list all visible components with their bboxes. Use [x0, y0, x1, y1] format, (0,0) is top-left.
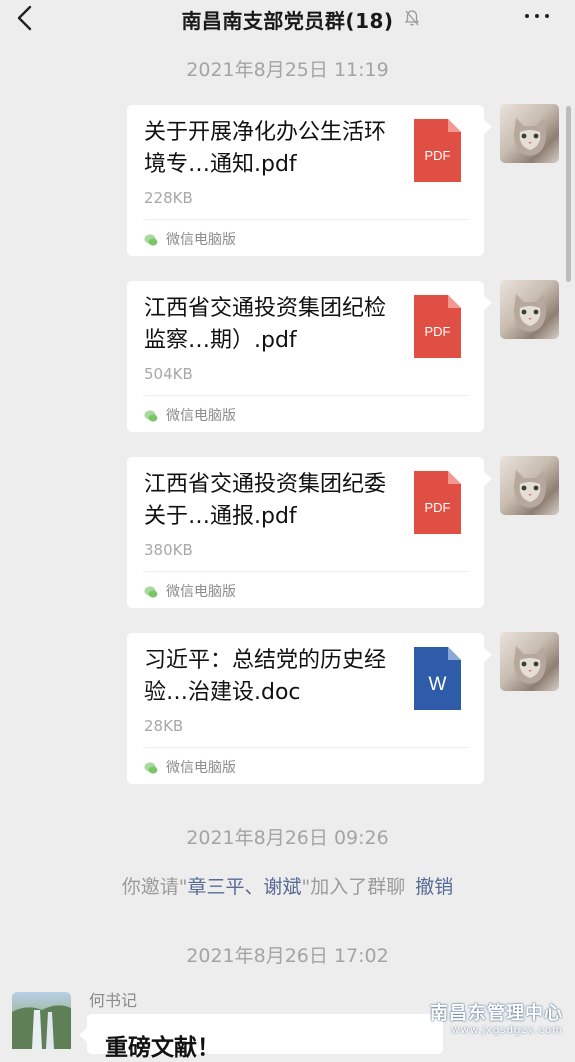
system-notice: 你邀请"章三平、谢斌"加入了群聊 撤销 — [0, 872, 575, 899]
avatar[interactable] — [500, 280, 559, 339]
file-name: 习近平：总结党的历史经验…治建设.doc — [144, 648, 387, 705]
avatar[interactable] — [500, 456, 559, 515]
file-message-card[interactable]: 江西省交通投资集团纪检监察…期）.pdf 504KB PDF 微信电脑版 — [127, 281, 492, 432]
cat-icon — [514, 470, 546, 508]
cat-icon — [514, 118, 546, 156]
svg-text:PDF: PDF — [425, 500, 451, 515]
watermark-title: 南昌东管理中心 — [430, 1003, 563, 1024]
message-source: 微信电脑版 — [166, 232, 236, 248]
message-source: 微信电脑版 — [166, 584, 236, 600]
svg-text:PDF: PDF — [425, 148, 451, 163]
file-name: 关于开展净化办公生活环境专…通知.pdf — [144, 120, 387, 177]
scrollbar[interactable] — [566, 106, 571, 282]
file-message-card[interactable]: 关于开展净化办公生活环境专…通知.pdf 228KB PDF 微信电脑版 — [127, 105, 492, 256]
svg-text:PDF: PDF — [425, 324, 451, 339]
file-name: 江西省交通投资集团纪委关于…通报.pdf — [144, 472, 387, 529]
timestamp: 2021年8月26日 17:02 — [186, 945, 389, 967]
divider — [143, 571, 468, 572]
notice-prefix: 你邀请" — [121, 876, 188, 898]
timestamp: 2021年8月26日 09:26 — [186, 827, 389, 849]
file-message-card[interactable]: 江西省交通投资集团纪委关于…通报.pdf 380KB PDF 微信电脑版 — [127, 457, 492, 608]
svg-text:W: W — [429, 674, 447, 695]
divider — [143, 395, 468, 396]
file-message-card[interactable]: 习近平：总结党的历史经验…治建设.doc 28KB W 微信电脑版 — [127, 633, 492, 784]
wechat-icon — [144, 234, 158, 246]
pdf-file-icon: PDF — [414, 295, 461, 358]
file-size: 228KB — [144, 189, 193, 207]
pdf-file-icon: PDF — [414, 471, 461, 534]
watermark-url: www.jxgsdgzx.com — [451, 1025, 563, 1036]
divider — [143, 747, 468, 748]
file-size: 380KB — [144, 541, 193, 559]
undo-link[interactable]: 撤销 — [415, 876, 453, 898]
pdf-file-icon: PDF — [414, 119, 461, 182]
divider — [143, 219, 468, 220]
more-button[interactable] — [521, 6, 553, 26]
message-source: 微信电脑版 — [166, 760, 236, 776]
wechat-icon — [144, 410, 158, 422]
cat-icon — [514, 646, 546, 684]
message-text: 重磅文献！ — [105, 1035, 220, 1061]
sender-name: 何书记 — [89, 991, 138, 1010]
file-size: 28KB — [144, 717, 184, 735]
file-size: 504KB — [144, 365, 193, 383]
chat-title: 南昌南支部党员群(18) — [181, 9, 394, 33]
word-file-icon: W — [414, 647, 461, 710]
message-bubble[interactable]: 重磅文献！ — [79, 1014, 443, 1061]
waterfall-icon — [12, 1005, 71, 1049]
wechat-icon — [144, 762, 158, 774]
avatar[interactable] — [500, 104, 559, 163]
chat-header: 南昌南支部党员群(18) — [0, 0, 575, 36]
bell-off-icon — [404, 9, 420, 27]
message-source: 微信电脑版 — [166, 408, 236, 424]
file-name: 江西省交通投资集团纪检监察…期）.pdf — [144, 296, 387, 353]
timestamp: 2021年8月25日 11:19 — [186, 59, 389, 81]
avatar[interactable] — [500, 632, 559, 691]
invited-names-link[interactable]: 章三平、谢斌 — [187, 876, 301, 898]
cat-icon — [514, 294, 546, 332]
watermark: 南昌东管理中心 www.jxgsdgzx.com — [430, 999, 563, 1036]
notice-suffix: "加入了群聊 — [301, 876, 406, 898]
more-dots-icon — [525, 14, 529, 18]
wechat-icon — [144, 586, 158, 598]
sender-avatar[interactable] — [12, 992, 71, 1049]
